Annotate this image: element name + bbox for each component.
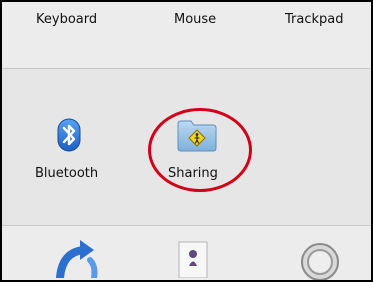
- trackpad-pref-label[interactable]: Trackpad: [285, 12, 344, 27]
- person-icon[interactable]: [178, 238, 208, 278]
- sharing-pref-item[interactable]: Sharing: [158, 118, 238, 182]
- system-row: [2, 226, 371, 280]
- sharing-folder-icon: [177, 120, 217, 152]
- bluetooth-icon: [57, 118, 81, 152]
- mouse-pref-label[interactable]: Mouse: [174, 12, 216, 27]
- sync-icon[interactable]: [50, 238, 106, 278]
- bluetooth-label: Bluetooth: [35, 166, 99, 181]
- gauge-icon[interactable]: [298, 240, 342, 280]
- bluetooth-pref-item[interactable]: Bluetooth: [35, 118, 115, 182]
- keyboard-pref-label[interactable]: Keyboard: [36, 12, 97, 27]
- sharing-label: Sharing: [168, 166, 218, 181]
- system-preferences-crop: Keyboard Mouse Trackpad Bluetooth Sharin…: [0, 0, 373, 282]
- hardware-row: Keyboard Mouse Trackpad: [2, 2, 371, 69]
